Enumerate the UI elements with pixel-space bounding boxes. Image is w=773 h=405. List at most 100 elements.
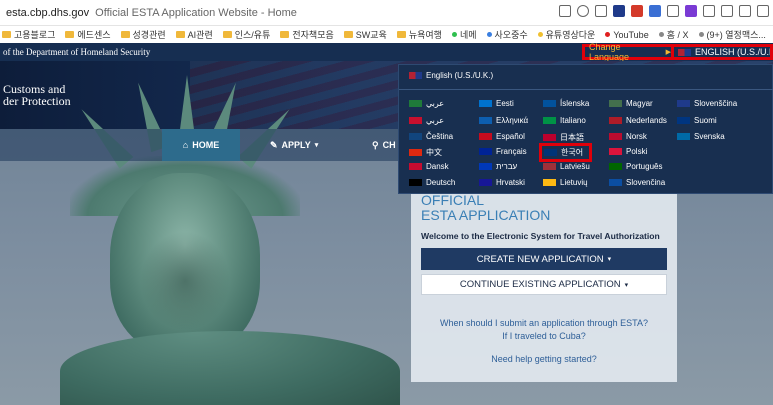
language-option[interactable]: Français — [479, 147, 527, 156]
language-label: Íslenska — [560, 99, 590, 108]
url-host[interactable]: esta.cbp.dhs.gov — [6, 7, 89, 19]
site-icon — [486, 32, 492, 37]
site-icon — [537, 32, 543, 37]
language-option[interactable]: 한국어 — [539, 143, 593, 162]
bookmark-item[interactable]: YouTube — [605, 29, 649, 40]
extension-icon[interactable] — [685, 5, 697, 17]
language-option[interactable]: 中文 — [409, 147, 442, 158]
flag-icon — [544, 149, 557, 156]
language-label: Slovenščina — [694, 99, 738, 108]
extension-icon[interactable] — [667, 5, 679, 17]
language-option[interactable]: Deutsch — [409, 178, 455, 187]
change-language-button[interactable]: Change Language ▶ — [582, 42, 674, 62]
language-option[interactable]: عربي — [409, 99, 444, 108]
language-option[interactable]: 日本語 — [543, 132, 584, 143]
bookmark-item[interactable]: 뉴욕여행 — [396, 28, 442, 41]
home-icon: ⌂ — [182, 140, 189, 150]
flag-icon — [609, 133, 622, 140]
language-option[interactable]: Íslenska — [543, 99, 589, 108]
when-to-submit-link[interactable]: When should I submit an application thro… — [411, 317, 677, 343]
bookmark-star-icon[interactable] — [595, 5, 607, 17]
help-getting-started-link[interactable]: Need help getting started? — [411, 353, 677, 366]
language-option[interactable]: Português — [609, 162, 662, 171]
flag-icon — [609, 100, 622, 107]
language-option[interactable]: Svenska — [677, 132, 725, 141]
flag-icon — [677, 133, 690, 140]
language-option[interactable]: عربي — [409, 116, 444, 125]
bookmark-item[interactable]: 전자책모음 — [280, 28, 334, 41]
language-option[interactable]: Slovenčina — [609, 178, 665, 187]
language-option[interactable]: Suomi — [677, 116, 717, 125]
extension-icon[interactable] — [649, 5, 661, 17]
language-label: Latviešu — [560, 162, 590, 171]
screenshot-icon[interactable] — [739, 5, 751, 17]
bookmark-item[interactable]: 에드센스 — [65, 28, 111, 41]
language-label: Lietuvių — [560, 178, 588, 187]
language-option[interactable]: Slovenščina — [677, 99, 737, 108]
bookmark-item[interactable]: 네메 — [451, 28, 477, 41]
language-label: Svenska — [694, 132, 725, 141]
language-option[interactable]: Polski — [609, 147, 647, 156]
language-option[interactable]: Latviešu — [543, 162, 590, 171]
screen-icon[interactable] — [721, 5, 733, 17]
bookmark-label: YouTube — [613, 29, 649, 40]
folder-icon — [65, 31, 75, 38]
folder-icon — [2, 31, 11, 38]
language-option[interactable]: Eesti — [479, 99, 514, 108]
chevron-down-icon: ▾ — [314, 142, 319, 149]
language-label: 한국어 — [561, 148, 584, 157]
language-label: Deutsch — [426, 178, 456, 187]
nav-check[interactable]: ⚲ CH — [372, 129, 396, 161]
dropdown-current-language[interactable]: English (U.S./U.K.) — [409, 71, 493, 80]
welcome-text: Welcome to the Electronic System for Tra… — [421, 231, 660, 241]
bookmark-item[interactable]: 인스/유튜 — [222, 28, 270, 41]
create-new-application-button[interactable]: CREATE NEW APPLICATION ▾ — [421, 248, 667, 270]
flag-icon — [479, 179, 492, 186]
current-language-button[interactable]: ENGLISH (U.S./U.K.) — [674, 44, 773, 60]
language-option[interactable]: Español — [479, 132, 525, 141]
extension-icon[interactable] — [613, 5, 625, 17]
bookmark-label: 뉴욕여행 — [408, 30, 442, 40]
bookmark-item[interactable]: 홈 / X — [658, 28, 689, 41]
extension-icon[interactable] — [631, 5, 643, 17]
share-icon[interactable] — [559, 5, 571, 17]
bookmark-item[interactable]: SW교육 — [343, 28, 387, 41]
language-option[interactable]: Magyar — [609, 99, 653, 108]
flag-icon — [409, 133, 422, 140]
flag-icon — [409, 100, 422, 107]
language-option[interactable]: Čeština — [409, 132, 453, 141]
language-option[interactable]: Nederlands — [609, 116, 667, 125]
language-option[interactable]: עברית — [479, 162, 517, 171]
bookmarks-bar: 고용블로그 에드센스 성경관련 AI관련 인스/유튜 전자책모음 SW교육 뉴욕여행 네메 사오중… — [0, 26, 773, 43]
nav-apply[interactable]: ✎ APPLY ▾ — [270, 129, 318, 161]
bookmark-item[interactable]: 사오중수 — [486, 28, 528, 41]
language-option[interactable]: Italiano — [543, 116, 586, 125]
language-option[interactable]: Norsk — [609, 132, 647, 141]
bookmark-item[interactable]: 유튜영상다운 — [537, 28, 596, 41]
language-option[interactable]: Ελληνικά — [479, 116, 528, 125]
flag-icon — [409, 163, 422, 170]
bookmark-item[interactable]: 고용블로그 — [2, 28, 55, 41]
download-icon[interactable] — [703, 5, 715, 17]
card-title-line-2: ESTA APPLICATION — [421, 207, 551, 223]
bookmark-label: 에드센스 — [77, 30, 111, 40]
agency-title: Customs and der Protection — [3, 83, 71, 107]
continue-existing-application-button[interactable]: CONTINUE EXISTING APPLICATION ▾ — [421, 274, 667, 295]
current-language-label: ENGLISH (U.S./U.K.) — [695, 47, 773, 57]
flag-icon — [609, 163, 622, 170]
statue-body — [60, 331, 400, 405]
nav-home[interactable]: ⌂ HOME — [162, 129, 240, 161]
sidebar-icon[interactable] — [757, 5, 769, 17]
bookmark-item[interactable]: AI관련 — [175, 28, 213, 41]
language-label: Čeština — [426, 132, 454, 141]
site-icon — [658, 32, 664, 37]
flag-icon — [609, 148, 622, 155]
bookmark-label: 유튜영상다운 — [545, 30, 596, 40]
language-option[interactable]: Lietuvių — [543, 178, 588, 187]
language-option[interactable]: Dansk — [409, 162, 449, 171]
zoom-icon[interactable] — [577, 5, 589, 17]
language-option[interactable]: Hrvatski — [479, 178, 525, 187]
bookmark-item[interactable]: 성경관련 — [120, 28, 166, 41]
bookmark-item[interactable]: (9+) 열정맥스... — [698, 28, 766, 41]
browser-address-bar[interactable]: esta.cbp.dhs.gov Official ESTA Applicati… — [0, 0, 773, 26]
